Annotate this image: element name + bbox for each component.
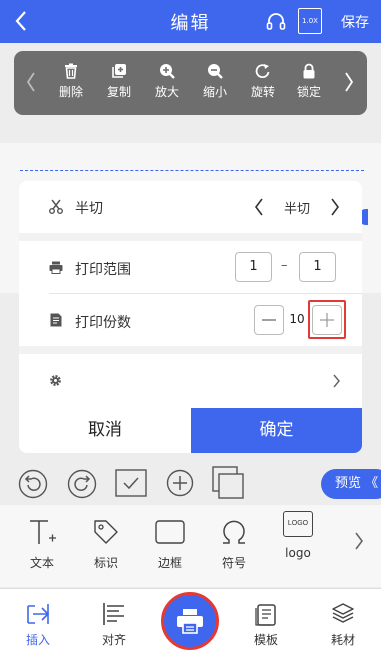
rotate-icon <box>240 63 286 79</box>
align-icon <box>82 601 146 627</box>
trash-icon <box>48 63 94 79</box>
section-divider <box>19 346 362 354</box>
panel-item-label: 边框 <box>157 556 182 570</box>
toolbar-label: 旋转 <box>250 85 275 99</box>
printer-icon <box>49 261 63 274</box>
panel-item-label: logo <box>285 546 311 560</box>
toolbar-copy[interactable]: 复制 <box>96 51 142 115</box>
panel-item-symbol[interactable]: 符号 <box>204 510 264 571</box>
range-from-input[interactable]: 1 <box>235 252 272 282</box>
panel-item-tag[interactable]: 标识 <box>76 510 136 571</box>
template-icon <box>234 601 298 627</box>
edit-toolbar: 删除 复制 放大 缩小 旋转 锁定 <box>14 51 367 115</box>
page-title: 编辑 <box>170 13 211 34</box>
cut-mode-value: 半切 <box>284 202 311 217</box>
cancel-button[interactable]: 取消 <box>19 408 191 453</box>
symbol-icon <box>204 518 264 546</box>
range-separator: – <box>281 258 288 273</box>
label-outline <box>20 170 364 180</box>
panel-item-label: 文本 <box>29 556 54 570</box>
copies-value: 10 <box>289 312 305 326</box>
panel-item-label: 符号 <box>221 556 246 570</box>
layers-icon[interactable] <box>212 466 244 500</box>
toolbar-lock[interactable]: 锁定 <box>286 51 332 115</box>
toolbar-next-icon[interactable] <box>344 71 354 93</box>
nav-item-label: 对齐 <box>101 633 126 647</box>
header-bar: 编辑 1.0X 保存 <box>0 0 381 43</box>
dialog-buttons: 取消 确定 <box>19 408 362 453</box>
element-panel: 文本 标识 边框 符号 LOGO logo <box>0 505 381 587</box>
zoom-in-icon <box>144 63 190 79</box>
copies-decrease-button[interactable] <box>254 305 284 335</box>
lock-icon <box>286 63 332 79</box>
document-icon <box>50 313 62 327</box>
gear-icon <box>49 374 62 387</box>
logo-icon: LOGO <box>283 511 313 537</box>
cut-mode-row: 半切 半切 <box>19 181 362 233</box>
more-settings-row[interactable] <box>19 354 362 408</box>
chevron-right-icon <box>332 373 341 389</box>
toolbar-label: 放大 <box>154 85 179 99</box>
toolbar-zoom-in[interactable]: 放大 <box>144 51 190 115</box>
print-icon <box>176 608 204 634</box>
cut-prev-icon[interactable] <box>253 197 265 217</box>
redo-icon[interactable] <box>67 469 97 499</box>
headset-icon[interactable] <box>265 11 287 33</box>
confirm-button[interactable]: 确定 <box>191 408 362 453</box>
range-to-input[interactable]: 1 <box>299 252 336 282</box>
toolbar-label: 删除 <box>58 85 83 99</box>
save-button[interactable]: 保存 <box>341 12 369 32</box>
toolbar-delete[interactable]: 删除 <box>48 51 94 115</box>
add-circle-icon[interactable] <box>166 469 194 497</box>
panel-next-icon[interactable] <box>354 531 364 551</box>
toolbar-label: 复制 <box>106 85 131 99</box>
undo-icon[interactable] <box>18 469 48 499</box>
consumable-icon <box>311 601 375 627</box>
copy-icon <box>96 63 142 79</box>
print-button[interactable] <box>161 592 219 650</box>
select-check-icon[interactable] <box>115 469 147 497</box>
nav-item-label: 模板 <box>253 633 278 647</box>
nav-item-insert[interactable]: 插入 <box>6 597 70 648</box>
toolbar-prev-icon[interactable] <box>26 71 36 93</box>
bottom-nav: 插入 对齐 模板 耗材 <box>0 588 381 656</box>
speed-button[interactable]: 1.0X <box>298 8 322 34</box>
nav-item-label: 耗材 <box>330 633 355 647</box>
section-divider <box>19 233 362 241</box>
toolbar-label: 锁定 <box>296 85 321 99</box>
print-range-row: 打印范围 1 – 1 <box>19 241 362 293</box>
insert-icon <box>6 601 70 627</box>
nav-item-align[interactable]: 对齐 <box>82 597 146 648</box>
zoom-out-icon <box>192 63 238 79</box>
cut-mode-label: 半切 <box>75 201 103 217</box>
print-settings-dialog: 半切 半切 打印范围 1 – 1 打印份数 10 取消 确定 <box>19 181 362 453</box>
toolbar-zoom-out[interactable]: 缩小 <box>192 51 238 115</box>
print-range-label: 打印范围 <box>75 262 131 278</box>
cut-next-icon[interactable] <box>329 197 341 217</box>
border-icon <box>140 518 200 546</box>
panel-item-text[interactable]: 文本 <box>12 510 72 571</box>
panel-item-border[interactable]: 边框 <box>140 510 200 571</box>
tag-icon <box>76 518 136 546</box>
nav-item-consumable[interactable]: 耗材 <box>311 597 375 648</box>
text-icon <box>12 518 72 546</box>
speed-label: 1.0X <box>302 17 318 25</box>
panel-item-logo[interactable]: LOGO logo <box>268 510 328 560</box>
toolbar-rotate[interactable]: 旋转 <box>240 51 286 115</box>
nav-item-label: 插入 <box>25 633 50 647</box>
scissors-icon <box>49 199 63 214</box>
nav-item-template[interactable]: 模板 <box>234 597 298 648</box>
print-copies-row: 打印份数 10 <box>19 294 362 346</box>
print-copies-label: 打印份数 <box>75 315 131 331</box>
preview-button[interactable]: 预览 《 <box>321 469 381 499</box>
copies-increase-button[interactable] <box>312 305 342 335</box>
panel-item-label: 标识 <box>93 556 118 570</box>
toolbar-label: 缩小 <box>202 85 227 99</box>
